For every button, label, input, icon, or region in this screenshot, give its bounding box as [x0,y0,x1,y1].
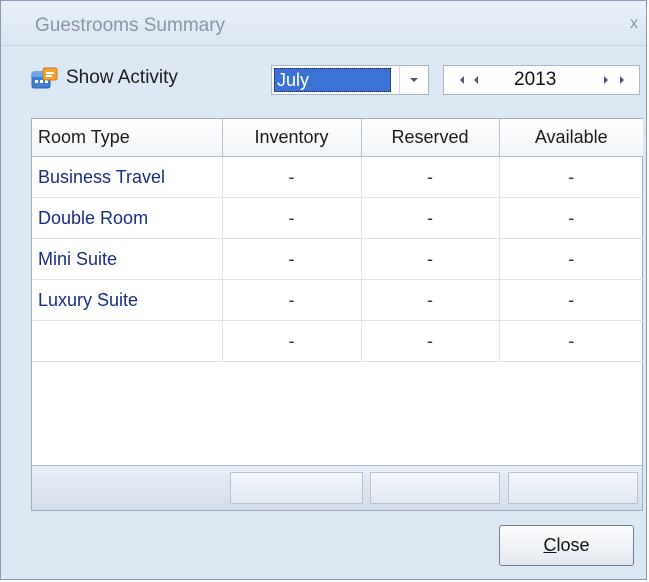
next-year-arrow-icon[interactable] [604,76,608,84]
inventory-cell[interactable]: - [222,279,362,321]
chevron-down-icon [410,78,418,82]
reserved-cell[interactable]: - [361,197,500,239]
room-type-cell[interactable] [32,320,223,362]
room-type-cell[interactable]: Luxury Suite [32,279,223,321]
table-header-row: Room Type Inventory Reserved Available [32,119,643,157]
close-button-accelerator: C [543,535,557,555]
available-cell[interactable]: - [499,197,643,239]
room-type-cell[interactable]: Double Room [32,197,223,239]
inventory-cell[interactable]: - [222,320,362,362]
guestrooms-summary-window: Guestrooms Summary x Show Activity July [0,0,647,580]
column-header-room-type[interactable]: Room Type [32,119,223,157]
grid-footer [32,465,642,510]
title-bar[interactable]: Guestrooms Summary x [1,1,646,46]
show-activity-label: Show Activity [66,67,178,88]
last-year-arrow-icon[interactable] [620,76,624,84]
table-row[interactable]: Double Room - - - [32,197,643,239]
window-title: Guestrooms Summary [35,15,226,36]
available-cell[interactable]: - [499,156,643,198]
table-row-total[interactable]: - - - [32,320,643,362]
reserved-cell[interactable]: - [361,279,500,321]
room-type-cell[interactable]: Mini Suite [32,238,223,280]
close-icon[interactable]: x [630,15,638,33]
room-type-cell[interactable]: Business Travel [32,156,223,198]
reserved-cell[interactable]: - [361,156,500,198]
guestrooms-table: Room Type Inventory Reserved Available B… [32,119,643,362]
available-cell[interactable]: - [499,279,643,321]
table-row[interactable]: Business Travel - - - [32,156,643,198]
month-dropdown[interactable]: July [271,65,429,95]
table-row[interactable]: Mini Suite - - - [32,238,643,280]
inventory-cell[interactable]: - [222,238,362,280]
show-activity-button[interactable]: Show Activity [31,63,178,93]
inventory-cell[interactable]: - [222,197,362,239]
column-header-inventory[interactable]: Inventory [222,119,362,157]
column-header-available[interactable]: Available [499,119,643,157]
table-row[interactable]: Luxury Suite - - - [32,279,643,321]
month-dropdown-button[interactable] [399,66,428,94]
available-cell[interactable]: - [499,320,643,362]
toolbar: Show Activity July 2013 [1,47,646,107]
footer-cell-reserved [370,472,500,504]
close-button[interactable]: Close [499,525,634,566]
previous-year-arrow-icon[interactable] [474,76,478,84]
month-selected-value[interactable]: July [274,68,391,92]
reserved-cell[interactable]: - [361,320,500,362]
first-year-arrow-icon[interactable] [460,76,464,84]
calendar-activity-icon [31,67,58,89]
year-value: 2013 [514,69,557,90]
reserved-cell[interactable]: - [361,238,500,280]
year-navigator: 2013 [443,65,640,95]
inventory-cell[interactable]: - [222,156,362,198]
guestrooms-grid[interactable]: Room Type Inventory Reserved Available B… [31,118,643,511]
footer-cell-inventory [230,472,363,504]
column-header-reserved[interactable]: Reserved [361,119,500,157]
footer-cell-available [508,472,638,504]
available-cell[interactable]: - [499,238,643,280]
close-button-label: lose [556,535,590,555]
